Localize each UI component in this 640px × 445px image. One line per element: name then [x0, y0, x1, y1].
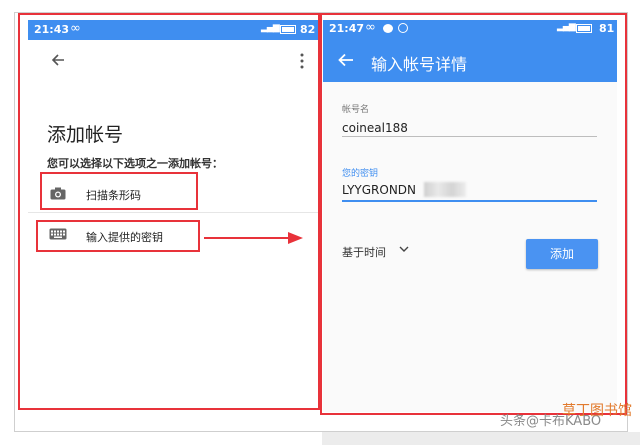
- bottom-strip: [322, 432, 640, 445]
- highlight-right-panel: [320, 13, 627, 415]
- highlight-key-option: [36, 220, 200, 252]
- highlight-left-panel: [18, 13, 320, 410]
- watermark-library-text: 草丁图书馆: [562, 403, 632, 419]
- watermark-library: 草丁图书馆: [562, 400, 632, 420]
- red-arrow-icon: [204, 232, 303, 244]
- highlight-scan-option: [40, 172, 198, 210]
